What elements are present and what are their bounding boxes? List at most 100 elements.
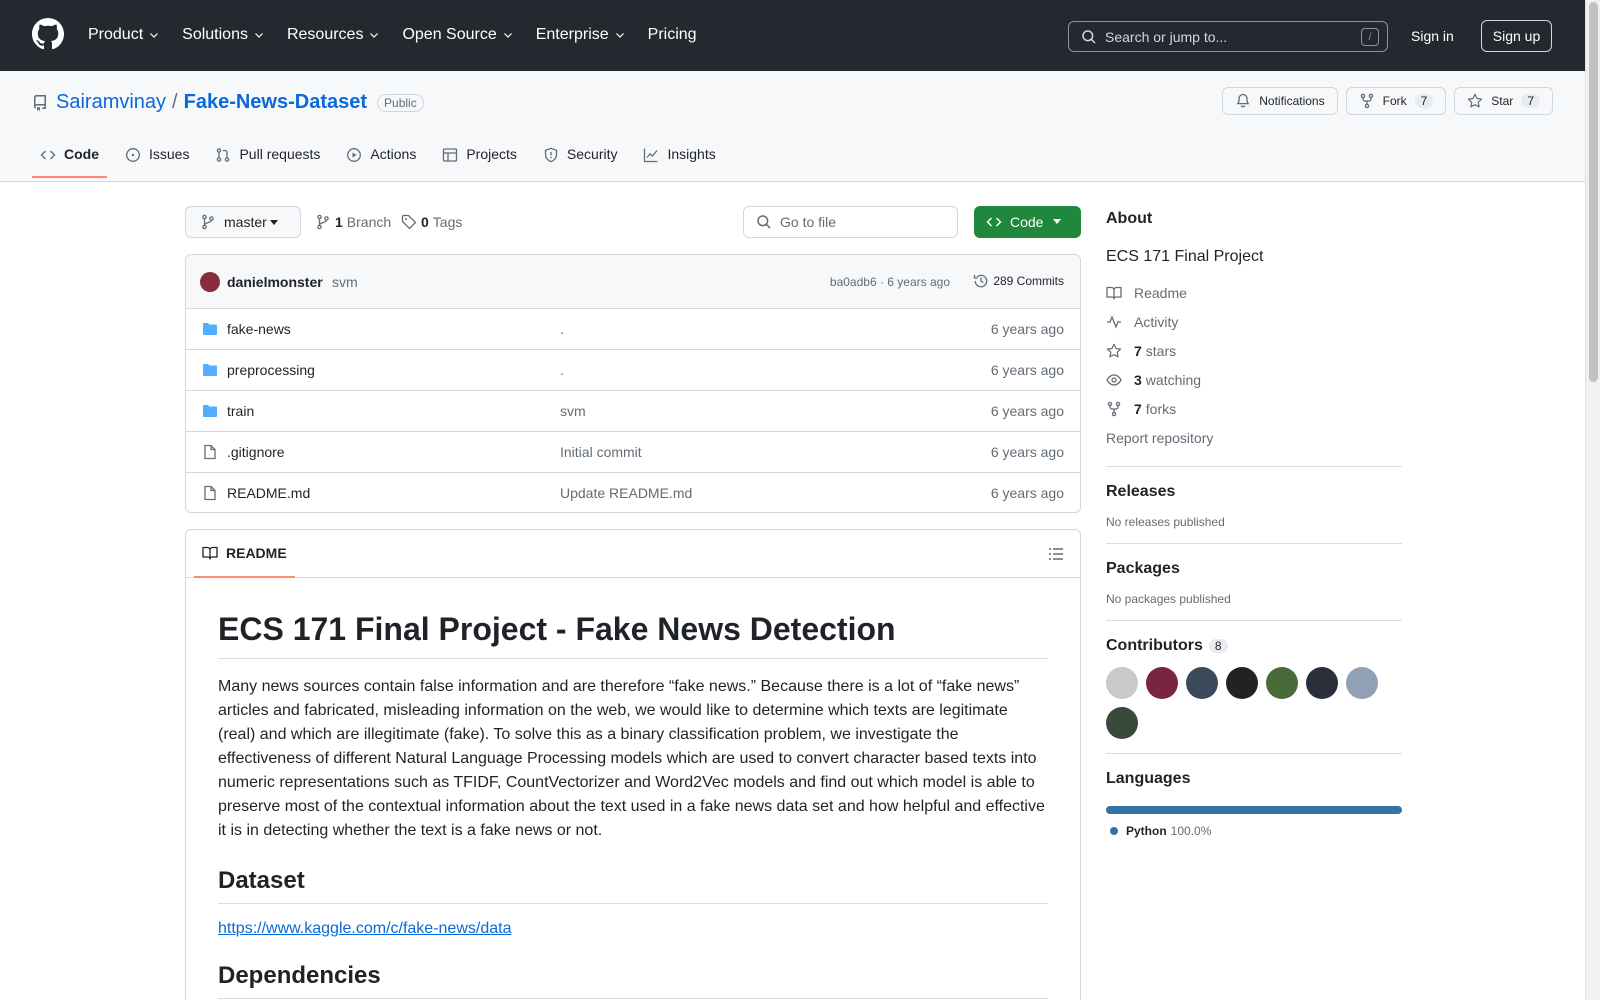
language-item[interactable]: Python 100.0% (1106, 824, 1402, 838)
repo-header: Sairamvinay / Fake-News-Dataset Public N… (0, 71, 1585, 182)
notifications-button[interactable]: Notifications (1222, 87, 1338, 115)
forks-link[interactable]: 7 forks (1106, 394, 1402, 423)
sign-up-button[interactable]: Sign up (1481, 20, 1552, 52)
avatar[interactable] (1306, 667, 1338, 699)
go-to-file-input[interactable]: Go to file (743, 206, 958, 238)
file-name-link[interactable]: fake-news (227, 321, 291, 337)
tag-icon (401, 214, 417, 230)
file-name-link[interactable]: README.md (227, 485, 310, 501)
branches-link[interactable]: 1 Branch (315, 214, 391, 230)
fork-icon (1107, 401, 1121, 416)
readme-panel: README ECS 171 Final Project - Fake News… (185, 529, 1081, 1000)
book-icon (202, 546, 218, 560)
packages-heading[interactable]: Packages (1106, 560, 1402, 578)
branch-icon (317, 214, 329, 230)
tab-security[interactable]: Security (535, 145, 626, 182)
fork-icon (1360, 93, 1373, 109)
tab-insights[interactable]: Insights (635, 145, 723, 182)
table-icon (443, 148, 458, 162)
divider (1106, 753, 1402, 754)
releases-heading[interactable]: Releases (1106, 483, 1402, 501)
contributors-count: 8 (1208, 639, 1228, 653)
avatar[interactable] (1186, 667, 1218, 699)
tab-actions[interactable]: Actions (338, 145, 424, 182)
tab-code[interactable]: Code (32, 145, 107, 178)
commits-link[interactable]: 289 Commits (973, 273, 1064, 289)
commit-hash-time[interactable]: ba0adb6 · 6 years ago (830, 275, 950, 289)
readme-content: ECS 171 Final Project - Fake News Detect… (186, 578, 1080, 999)
releases-empty: No releases published (1106, 515, 1225, 529)
star-button[interactable]: Star 7 (1454, 87, 1553, 115)
repo-path-separator: / (172, 91, 178, 113)
repo-name-link[interactable]: Fake-News-Dataset (184, 91, 367, 114)
dataset-link[interactable]: https://www.kaggle.com/c/fake-news/data (218, 920, 511, 938)
sign-in-link[interactable]: Sign in (1411, 28, 1454, 44)
file-commit-link[interactable]: Update README.md (560, 485, 692, 501)
nav-product[interactable]: Product (88, 22, 160, 48)
file-row: fake-news . 6 years ago (186, 309, 1080, 350)
github-logo-icon[interactable] (32, 18, 64, 50)
avatar[interactable] (1226, 667, 1258, 699)
shield-icon (544, 147, 558, 163)
avatar[interactable] (1106, 707, 1138, 739)
nav-pricing[interactable]: Pricing (648, 22, 697, 48)
folder-icon (203, 323, 217, 335)
nav-resources[interactable]: Resources (287, 22, 380, 48)
tab-issues[interactable]: Issues (117, 145, 197, 182)
tab-pull-requests[interactable]: Pull requests (207, 145, 328, 182)
readme-tab[interactable]: README (194, 530, 295, 578)
commit-message-link[interactable]: svm (332, 274, 358, 290)
nav-solutions[interactable]: Solutions (182, 22, 265, 48)
about-list: Readme Activity 7 stars 3 watching 7 forks … (1106, 278, 1402, 452)
tags-link[interactable]: 0 Tags (401, 214, 462, 230)
readme-link[interactable]: Readme (1106, 278, 1402, 307)
page-scrollbar[interactable] (1585, 0, 1600, 1000)
file-commit-link[interactable]: . (560, 321, 564, 337)
readme-header: README (186, 530, 1080, 578)
code-dropdown-button[interactable]: Code (974, 206, 1081, 238)
nav-enterprise[interactable]: Enterprise (536, 22, 626, 48)
chevron-down-icon (255, 33, 263, 38)
commit-author-link[interactable]: danielmonster (227, 274, 323, 290)
pulse-icon (1107, 314, 1121, 329)
file-name-link[interactable]: .gitignore (227, 444, 285, 460)
list-outline-icon[interactable] (1048, 546, 1064, 562)
search-icon (757, 215, 771, 229)
tab-projects[interactable]: Projects (434, 145, 525, 182)
report-repository-link[interactable]: Report repository (1106, 423, 1402, 452)
nav-open-source[interactable]: Open Source (402, 22, 513, 48)
star-count: 7 (1521, 94, 1540, 108)
contributor-avatars (1106, 667, 1396, 747)
contributors-heading[interactable]: Contributors 8 (1106, 637, 1402, 655)
chevron-down-icon (503, 33, 512, 38)
repo-icon (33, 94, 46, 111)
repo-owner-link[interactable]: Sairamvinay (56, 91, 166, 114)
avatar[interactable] (1346, 667, 1378, 699)
global-search-input[interactable]: Search or jump to... / (1068, 21, 1388, 52)
stars-link[interactable]: 7 stars (1106, 336, 1402, 365)
file-commit-link[interactable]: . (560, 362, 564, 378)
code-icon (40, 150, 56, 160)
branch-selector[interactable]: master (185, 206, 301, 238)
branch-name: master (224, 214, 267, 230)
scrollbar-thumb[interactable] (1589, 2, 1598, 382)
chevron-down-icon (615, 33, 624, 38)
watchers-link[interactable]: 3 watching (1106, 365, 1402, 394)
file-name-link[interactable]: preprocessing (227, 362, 315, 378)
file-name-link[interactable]: train (227, 403, 254, 419)
search-icon (1082, 29, 1096, 44)
avatar[interactable] (200, 272, 220, 292)
readme-title: ECS 171 Final Project - Fake News Detect… (218, 578, 1048, 659)
file-commit-link[interactable]: svm (560, 403, 586, 419)
file-commit-link[interactable]: Initial commit (560, 444, 642, 460)
activity-link[interactable]: Activity (1106, 307, 1402, 336)
avatar[interactable] (1266, 667, 1298, 699)
avatar[interactable] (1146, 667, 1178, 699)
language-color-dot (1110, 827, 1118, 835)
languages-heading: Languages (1106, 770, 1191, 787)
folder-icon (203, 405, 217, 417)
avatar[interactable] (1106, 667, 1138, 699)
fork-button[interactable]: Fork 7 (1345, 87, 1447, 115)
file-row: train svm 6 years ago (186, 391, 1080, 432)
history-icon (974, 274, 988, 288)
